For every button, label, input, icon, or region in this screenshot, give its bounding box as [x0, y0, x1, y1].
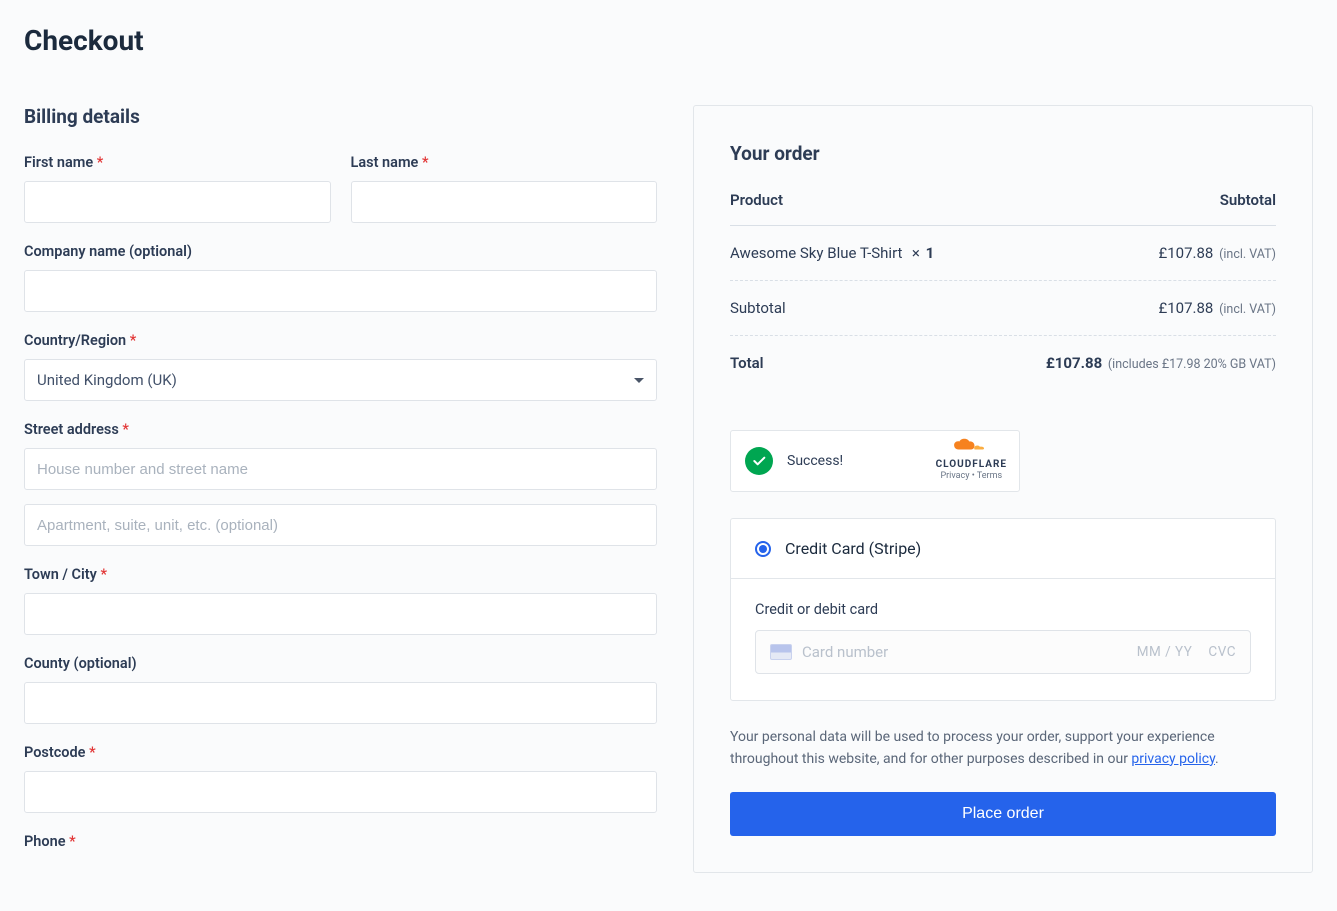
order-line-item: Awesome Sky Blue T-Shirt × 1 £107.88 (in…	[730, 226, 1276, 281]
total-label: Total	[730, 354, 764, 372]
card-number-input[interactable]: Card number MM / YY CVC	[755, 630, 1251, 674]
county-label: County (optional)	[24, 655, 657, 672]
postcode-input[interactable]	[24, 771, 657, 813]
line-item-vat-note: (incl. VAT)	[1219, 247, 1276, 262]
credit-card-icon	[770, 644, 792, 660]
payment-method-label: Credit Card (Stripe)	[785, 539, 921, 558]
card-number-placeholder: Card number	[802, 643, 1127, 661]
order-summary: Your order Product Subtotal Awesome Sky …	[693, 105, 1313, 873]
postcode-label: Postcode *	[24, 744, 657, 761]
captcha-widget: Success! CLOUDFLARE Privacy • Terms	[730, 430, 1020, 492]
order-heading: Your order	[730, 142, 1276, 165]
line-item-price: £107.88	[1159, 244, 1214, 262]
company-label: Company name (optional)	[24, 243, 657, 260]
subtotal-label: Subtotal	[730, 299, 786, 317]
order-header-subtotal: Subtotal	[1220, 191, 1276, 209]
last-name-label: Last name *	[351, 154, 658, 171]
chevron-down-icon	[634, 378, 644, 383]
payment-method-box: Credit Card (Stripe) Credit or debit car…	[730, 518, 1276, 701]
radio-selected-icon	[755, 541, 771, 557]
street-address-1-input[interactable]	[24, 448, 657, 490]
country-select[interactable]: United Kingdom (UK)	[24, 359, 657, 401]
check-circle-icon	[745, 447, 773, 475]
country-label: Country/Region *	[24, 332, 657, 349]
billing-section: Billing details First name * Last name *…	[24, 105, 657, 860]
place-order-button[interactable]: Place order	[730, 792, 1276, 836]
card-exp-placeholder: MM / YY	[1137, 644, 1193, 660]
subtotal-price: £107.88	[1159, 299, 1214, 317]
qty-times-icon: ×	[912, 244, 920, 262]
phone-label: Phone *	[24, 833, 657, 850]
total-price: £107.88	[1046, 354, 1102, 372]
county-input[interactable]	[24, 682, 657, 724]
line-item-qty: 1	[926, 244, 935, 262]
billing-heading: Billing details	[24, 105, 657, 128]
privacy-notice: Your personal data will be used to proce…	[730, 727, 1276, 770]
total-tax-note: (includes £17.98 20% GB VAT)	[1108, 357, 1276, 372]
cloudflare-icon	[952, 437, 990, 453]
city-input[interactable]	[24, 593, 657, 635]
card-cvc-placeholder: CVC	[1208, 644, 1236, 660]
last-name-input[interactable]	[351, 181, 658, 223]
order-total-row: Total £107.88 (includes £17.98 20% GB VA…	[730, 336, 1276, 390]
order-subtotal-row: Subtotal £107.88 (incl. VAT)	[730, 281, 1276, 336]
order-header-product: Product	[730, 191, 783, 209]
card-field-label: Credit or debit card	[755, 601, 1251, 618]
company-input[interactable]	[24, 270, 657, 312]
page-title: Checkout	[24, 24, 1313, 57]
payment-method-option[interactable]: Credit Card (Stripe)	[731, 519, 1275, 579]
captcha-status: Success!	[787, 453, 843, 469]
street-label: Street address *	[24, 421, 657, 438]
cloudflare-brand: CLOUDFLARE Privacy • Terms	[936, 437, 1007, 481]
line-item-name: Awesome Sky Blue T-Shirt	[730, 244, 902, 262]
country-value: United Kingdom (UK)	[37, 371, 177, 389]
city-label: Town / City *	[24, 566, 657, 583]
first-name-label: First name *	[24, 154, 331, 171]
first-name-input[interactable]	[24, 181, 331, 223]
subtotal-vat-note: (incl. VAT)	[1219, 302, 1276, 317]
privacy-policy-link[interactable]: privacy policy	[1131, 751, 1215, 767]
street-address-2-input[interactable]	[24, 504, 657, 546]
